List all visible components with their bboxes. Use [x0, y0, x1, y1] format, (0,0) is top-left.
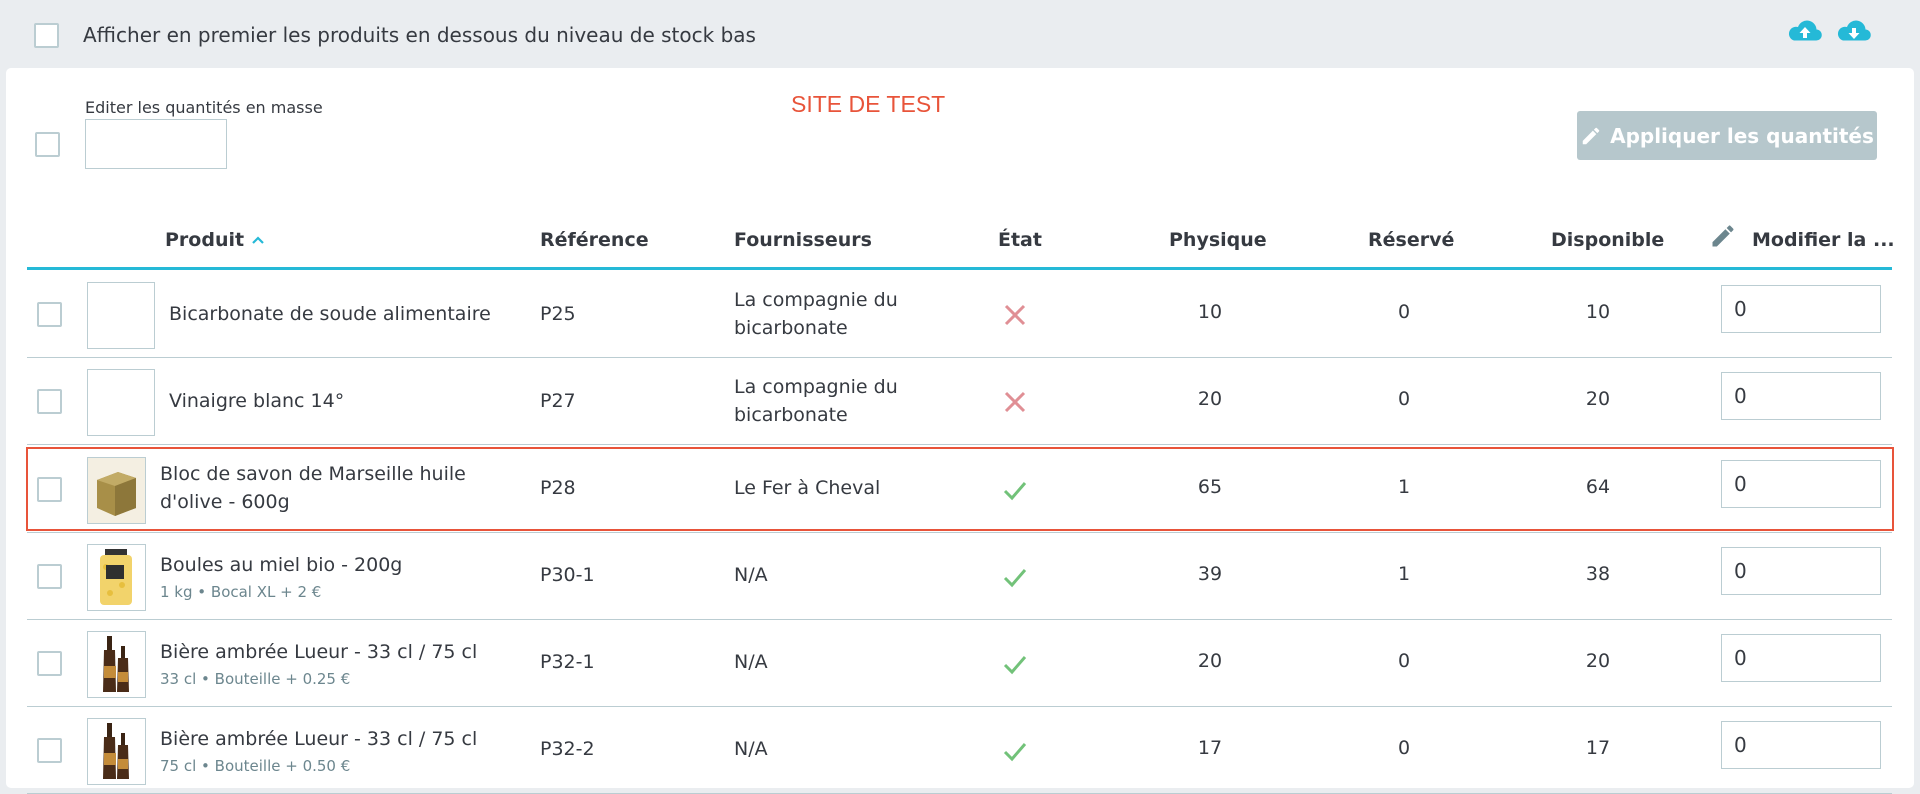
available-qty: 10 — [1585, 301, 1611, 323]
product-thumbnail — [87, 369, 155, 436]
header-reserved[interactable]: Réservé — [1368, 229, 1454, 251]
product-reference: P32-1 — [540, 651, 595, 673]
soap-block-image — [88, 458, 145, 523]
physical-qty: 17 — [1197, 737, 1223, 759]
product-attributes: 1 kg • Bocal XL + 2 € — [160, 583, 322, 601]
header-divider — [27, 267, 1892, 270]
product-supplier: La compagnie du bicarbonate — [734, 289, 898, 339]
product-attributes: 33 cl • Bouteille + 0.25 € — [160, 670, 351, 688]
cloud-upload-icon[interactable] — [1786, 18, 1824, 48]
physical-qty: 39 — [1197, 563, 1223, 585]
bulk-edit-label: Editer les quantités en masse — [85, 98, 323, 117]
header-suppliers[interactable]: Fournisseurs — [734, 229, 872, 251]
product-name[interactable]: Bloc de savon de Marseille huile d'olive… — [160, 460, 520, 516]
table-row: Bloc de savon de Marseille huile d'olive… — [27, 446, 1892, 533]
beer-bottles-image — [88, 632, 145, 697]
available-qty: 20 — [1585, 388, 1611, 410]
header-state[interactable]: État — [998, 229, 1042, 251]
pencil-icon — [1582, 127, 1600, 144]
reserved-qty: 1 — [1397, 563, 1411, 585]
inactive-cross-icon — [1004, 304, 1026, 326]
product-thumbnail — [87, 718, 146, 785]
inactive-cross-icon — [1004, 391, 1026, 413]
available-qty: 20 — [1585, 650, 1611, 672]
sort-ascending-icon[interactable] — [250, 234, 266, 246]
physical-qty: 20 — [1197, 650, 1223, 672]
low-stock-first-label: Afficher en premier les produits en dess… — [83, 23, 756, 47]
active-check-icon — [1003, 656, 1027, 675]
reserved-qty: 1 — [1397, 476, 1411, 498]
physical-qty: 10 — [1197, 301, 1223, 323]
table-row: Boules au miel bio - 200g 1 kg • Bocal X… — [27, 533, 1892, 620]
header-edit-quantity[interactable]: Modifier la ... — [1752, 229, 1895, 251]
quantity-input[interactable] — [1721, 547, 1881, 595]
quantity-input[interactable] — [1721, 285, 1881, 333]
product-reference: P30-1 — [540, 564, 595, 586]
filter-bar: Afficher en premier les produits en dess… — [0, 0, 1920, 66]
product-name[interactable]: Bière ambrée Lueur - 33 cl / 75 cl — [160, 725, 477, 753]
product-name[interactable]: Bière ambrée Lueur - 33 cl / 75 cl — [160, 638, 477, 666]
available-qty: 38 — [1585, 563, 1611, 585]
table-row: Bière ambrée Lueur - 33 cl / 75 cl 75 cl… — [27, 707, 1892, 794]
product-name[interactable]: Bicarbonate de soude alimentaire — [169, 300, 491, 328]
row-checkbox[interactable] — [37, 651, 62, 676]
product-supplier: N/A — [734, 564, 768, 586]
row-checkbox[interactable] — [37, 389, 62, 414]
quantity-input[interactable] — [1721, 460, 1881, 508]
available-qty: 64 — [1585, 476, 1611, 498]
row-checkbox[interactable] — [37, 564, 62, 589]
active-check-icon — [1003, 569, 1027, 588]
product-thumbnail — [87, 282, 155, 349]
header-reference[interactable]: Référence — [540, 229, 649, 251]
header-available[interactable]: Disponible — [1551, 229, 1664, 251]
apply-quantities-button[interactable]: Appliquer les quantités — [1577, 111, 1877, 160]
product-reference: P32-2 — [540, 738, 595, 760]
header-product[interactable]: Produit — [165, 229, 244, 251]
table-row: Vinaigre blanc 14° P27 La compagnie du b… — [27, 358, 1892, 445]
beer-bottles-image — [88, 719, 145, 784]
edit-pencil-icon — [1712, 225, 1734, 247]
apply-quantities-label: Appliquer les quantités — [1610, 123, 1874, 148]
product-reference: P25 — [540, 303, 576, 325]
table-row: Bière ambrée Lueur - 33 cl / 75 cl 33 cl… — [27, 620, 1892, 707]
reserved-qty: 0 — [1397, 650, 1411, 672]
quantity-input[interactable] — [1721, 721, 1881, 769]
product-name[interactable]: Boules au miel bio - 200g — [160, 551, 402, 579]
physical-qty: 20 — [1197, 388, 1223, 410]
product-name[interactable]: Vinaigre blanc 14° — [169, 387, 344, 415]
product-thumbnail — [87, 631, 146, 698]
reserved-qty: 0 — [1397, 301, 1411, 323]
header-physical[interactable]: Physique — [1169, 229, 1267, 251]
product-supplier: N/A — [734, 738, 768, 760]
product-supplier: Le Fer à Cheval — [734, 477, 881, 499]
product-reference: P28 — [540, 477, 576, 499]
row-checkbox[interactable] — [37, 738, 62, 763]
active-check-icon — [1003, 482, 1027, 501]
reserved-qty: 0 — [1397, 388, 1411, 410]
reserved-qty: 0 — [1397, 737, 1411, 759]
table-row: Bicarbonate de soude alimentaire P25 La … — [27, 271, 1892, 358]
honey-jar-image — [88, 545, 145, 610]
product-reference: P27 — [540, 390, 576, 412]
low-stock-first-checkbox[interactable] — [34, 23, 59, 48]
site-test-watermark: SITE DE TEST — [791, 91, 946, 117]
active-check-icon — [1003, 743, 1027, 762]
bulk-quantity-input[interactable] — [85, 119, 227, 169]
physical-qty: 65 — [1197, 476, 1223, 498]
product-supplier: La compagnie du bicarbonate — [734, 376, 898, 426]
available-qty: 17 — [1585, 737, 1611, 759]
product-attributes: 75 cl • Bouteille + 0.50 € — [160, 757, 351, 775]
quantity-input[interactable] — [1721, 634, 1881, 682]
row-checkbox[interactable] — [37, 302, 62, 327]
product-thumbnail — [87, 457, 146, 524]
product-thumbnail — [87, 544, 146, 611]
select-all-checkbox[interactable] — [35, 132, 60, 157]
quantity-input[interactable] — [1721, 372, 1881, 420]
cloud-download-icon[interactable] — [1835, 18, 1873, 48]
product-supplier: N/A — [734, 651, 768, 673]
row-checkbox[interactable] — [37, 477, 62, 502]
